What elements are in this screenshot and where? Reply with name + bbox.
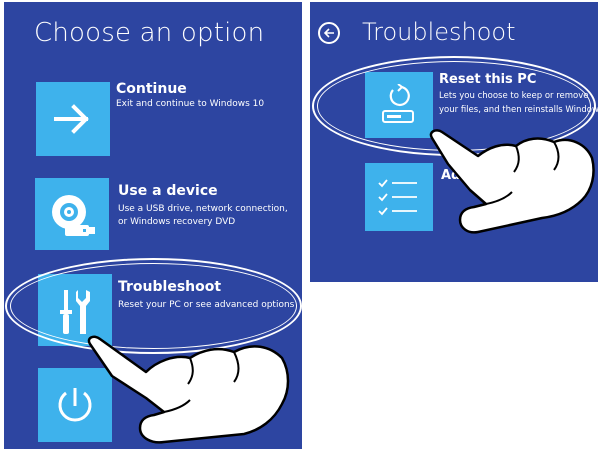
use-a-device-label[interactable]: Use a device bbox=[118, 183, 218, 199]
use-a-device-description-line1: Use a USB drive, network connection, bbox=[118, 204, 288, 214]
continue-tile[interactable] bbox=[36, 82, 110, 156]
checklist-icon bbox=[377, 177, 421, 217]
arrow-right-icon bbox=[54, 102, 92, 136]
choose-an-option-screen: Choose an option Continue Exit and conti… bbox=[4, 2, 302, 449]
pointing-hand-icon bbox=[428, 128, 598, 238]
page-title: Troubleshoot bbox=[362, 18, 516, 46]
back-button[interactable] bbox=[318, 22, 340, 44]
disc-drive-icon bbox=[49, 190, 97, 240]
page-title: Choose an option bbox=[34, 18, 265, 48]
continue-description: Exit and continue to Windows 10 bbox=[116, 99, 265, 109]
use-a-device-tile[interactable] bbox=[35, 178, 109, 250]
back-arrow-icon bbox=[323, 27, 335, 39]
pointing-hand-icon bbox=[84, 332, 294, 447]
troubleshoot-screen: Troubleshoot Reset this PC Lets you choo… bbox=[310, 2, 598, 282]
continue-label[interactable]: Continue bbox=[116, 81, 187, 97]
use-a-device-description-line2: or Windows recovery DVD bbox=[118, 217, 236, 227]
advanced-options-tile[interactable] bbox=[365, 163, 433, 231]
